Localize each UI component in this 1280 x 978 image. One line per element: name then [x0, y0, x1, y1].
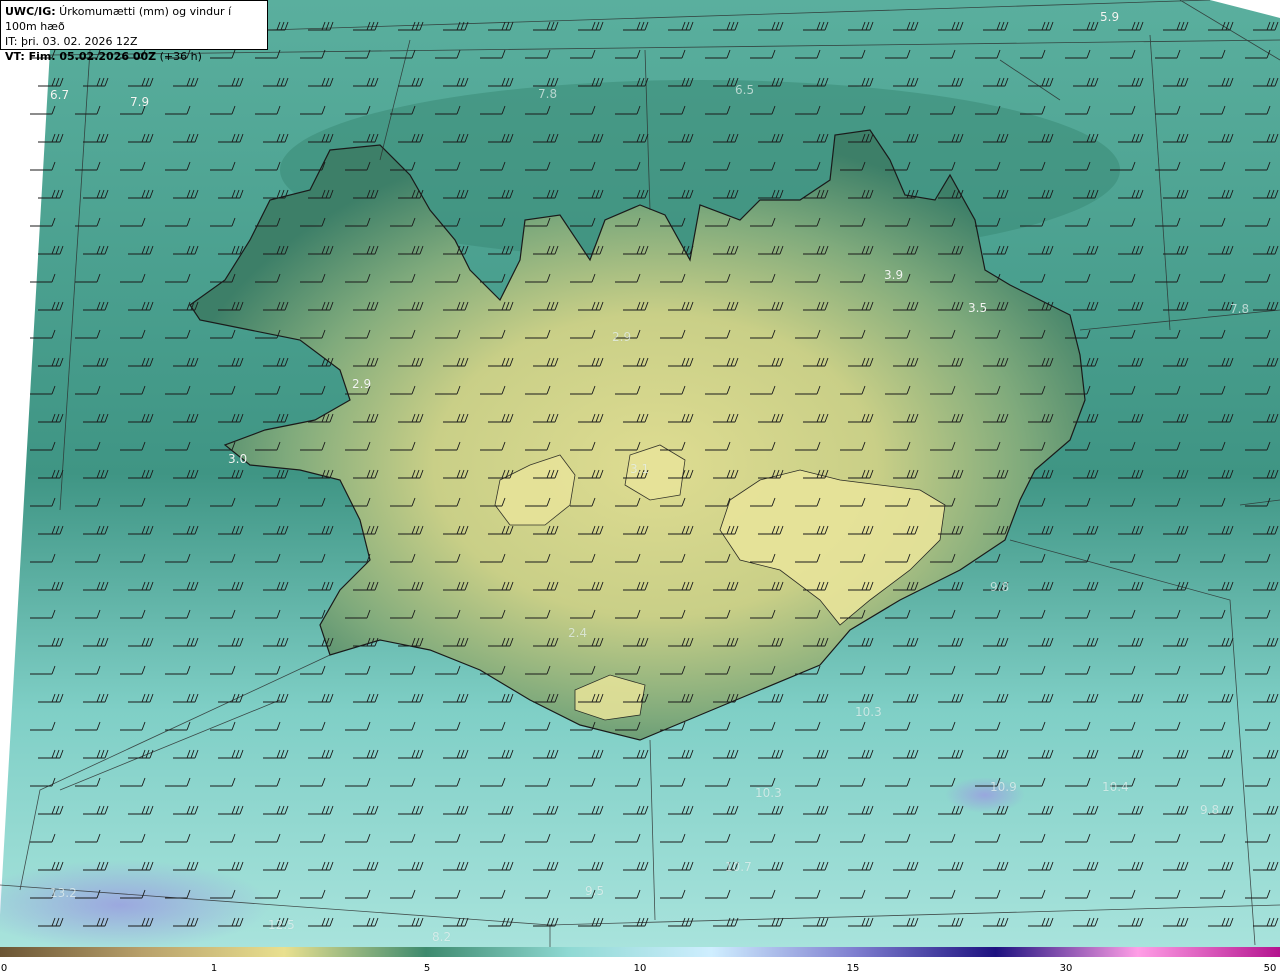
value-label: 12.5	[268, 918, 295, 932]
value-label: 5.9	[1100, 10, 1120, 24]
value-label: 3.5	[968, 301, 988, 315]
value-label: 2.9	[352, 377, 372, 391]
colorbar-tick: 5	[423, 963, 431, 974]
value-label: 10.3	[755, 786, 782, 800]
value-label: 6.7	[50, 88, 70, 102]
valid-time: VT: Fim. 05.02.2026 00Z	[5, 50, 157, 63]
colorbar-tick: 0	[0, 963, 8, 974]
value-label: 6.5	[735, 83, 755, 97]
value-label: 3.1	[630, 462, 650, 476]
value-label: 7.8	[1230, 302, 1250, 316]
value-label: 2.4	[568, 626, 588, 640]
colorbar-legend: 0 1 5 10 15 30 50	[0, 947, 1280, 978]
colorbar-tick: 10	[633, 963, 647, 974]
value-label: 10.4	[1102, 780, 1129, 794]
forecast-map: UWC/IG: Úrkomumætti (mm) og vindur í 100…	[0, 0, 1280, 978]
value-label: 10.9	[990, 780, 1017, 794]
value-label: 9.8	[990, 580, 1010, 594]
header-title-line: UWC/IG: Úrkomumætti (mm) og vindur í 100…	[5, 4, 263, 34]
valid-time-line: VT: Fim. 05.02.2026 00Z (+36 h)	[5, 49, 263, 64]
value-label: 3.0	[228, 452, 248, 466]
colorbar-tick: 15	[846, 963, 860, 974]
product-code: UWC/IG:	[5, 5, 56, 18]
colorbar-tick: 50	[1263, 963, 1277, 974]
value-label: 13.2	[50, 886, 77, 900]
value-label: 7.8	[538, 87, 558, 101]
colorbar-strip	[0, 947, 1280, 957]
value-label: 2.9	[612, 330, 632, 344]
value-label: 9.5	[585, 884, 605, 898]
value-label: 10.3	[855, 705, 882, 719]
value-label: 10.7	[725, 860, 752, 874]
value-label: 8.2	[432, 930, 452, 944]
map-header: UWC/IG: Úrkomumætti (mm) og vindur í 100…	[0, 0, 268, 63]
value-label: 3.9	[884, 268, 904, 282]
colorbar-tick: 30	[1059, 963, 1073, 974]
colorbar-tick: 1	[210, 963, 218, 974]
value-label: 9.8	[1200, 803, 1220, 817]
value-label: 7.9	[130, 95, 150, 109]
issue-time: IT: þri. 03. 02. 2026 12Z	[5, 35, 138, 48]
colorbar-gradient	[0, 947, 1280, 957]
lead-time: (+36 h)	[156, 50, 202, 63]
